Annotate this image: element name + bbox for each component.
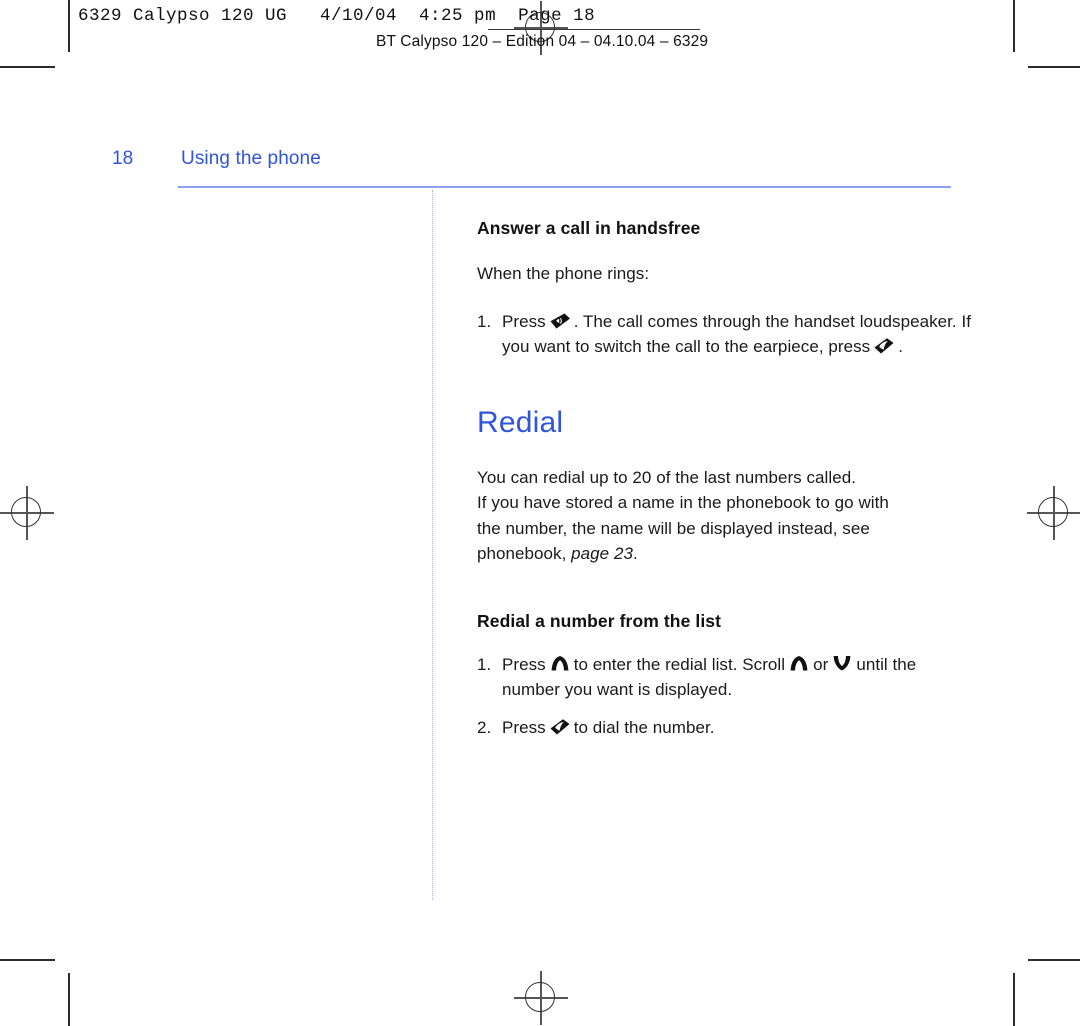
- step-text-part-a: Press: [502, 717, 546, 737]
- crop-mark-bottom-right-vertical: [1013, 973, 1015, 1026]
- step-number: 1.: [477, 311, 492, 331]
- crop-mark-top-right-horizontal: [1028, 66, 1080, 68]
- list-item: 1. Press. The call comes through the hand…: [477, 309, 977, 360]
- step-text-part-c: or: [813, 654, 829, 674]
- redial-line-1: You can redial up to 20 of the last numb…: [477, 467, 856, 487]
- step-number: 2.: [477, 717, 492, 737]
- crop-mark-top-left-vertical: [68, 0, 70, 52]
- loudspeaker-key-icon: [549, 312, 571, 330]
- edition-footer-line: BT Calypso 120 – Edition 04 – 04.10.04 –…: [376, 33, 709, 50]
- handset-key-icon: [873, 337, 895, 355]
- paragraph-redial-intro: You can redial up to 20 of the last numb…: [477, 465, 977, 567]
- steps-list-handsfree: 1. Press. The call comes through the hand…: [477, 309, 977, 360]
- page-reference: page 23: [571, 544, 633, 563]
- section-title: Using the phone: [181, 148, 321, 169]
- step-text-part-b: to enter the redial list. Scroll: [573, 654, 786, 674]
- paragraph-when-phone-rings: When the phone rings:: [477, 264, 650, 283]
- registration-mark-left: [0, 486, 54, 540]
- registration-mark-circle: [11, 497, 41, 527]
- header-rule: [178, 186, 951, 189]
- redial-line-3: the number, the name will be displayed i…: [477, 518, 870, 538]
- crop-mark-bottom-right-horizontal: [1028, 959, 1080, 961]
- steps-list-redial: 1. Press to enter the redial list. Scroll o…: [477, 652, 977, 741]
- step-text-end: .: [898, 337, 903, 356]
- list-item: 2. Press to dial the number.: [477, 715, 977, 741]
- registration-mark-right: [1027, 486, 1080, 540]
- redial-line-4-prefix: phonebook,: [477, 544, 567, 563]
- registration-mark-circle: [1038, 497, 1068, 527]
- list-item: 1. Press to enter the redial list. Scroll o…: [477, 652, 977, 703]
- scroll-up-key-icon: [788, 654, 810, 673]
- step-number: 1.: [477, 654, 492, 674]
- registration-mark-circle: [525, 982, 555, 1012]
- step-text-before-icon: Press: [502, 311, 546, 331]
- scroll-up-key-icon: [549, 654, 571, 673]
- redial-line-2: If you have stored a name in the phonebo…: [477, 493, 889, 512]
- page-number: 18: [112, 148, 134, 169]
- registration-mark-bottom-center: [514, 971, 568, 1025]
- heading-redial-from-list: Redial a number from the list: [477, 610, 722, 631]
- crop-mark-bottom-left-horizontal: [0, 959, 55, 961]
- crop-mark-top-left-horizontal: [0, 66, 55, 68]
- step-text-part-a: Press: [502, 654, 546, 674]
- scroll-down-key-icon: [831, 654, 853, 673]
- page-title-redial: Redial: [477, 405, 564, 439]
- crop-mark-top-right-vertical: [1013, 0, 1015, 52]
- redial-line-4-suffix: .: [632, 544, 638, 563]
- main-content-column: Answer a call in handsfree When the phon…: [477, 218, 977, 752]
- pdf-stamp-line: 6329 Calypso 120 UG 4/10/04 4:25 pm Page…: [78, 6, 596, 26]
- step-text-part-b: to dial the number.: [573, 717, 715, 737]
- crop-mark-bottom-left-vertical: [68, 973, 70, 1026]
- column-guide-dotted-line: [432, 190, 434, 900]
- handset-key-icon: [549, 718, 571, 736]
- pdf-stamp-rule: [488, 29, 700, 31]
- heading-answer-call-handsfree: Answer a call in handsfree: [477, 218, 701, 238]
